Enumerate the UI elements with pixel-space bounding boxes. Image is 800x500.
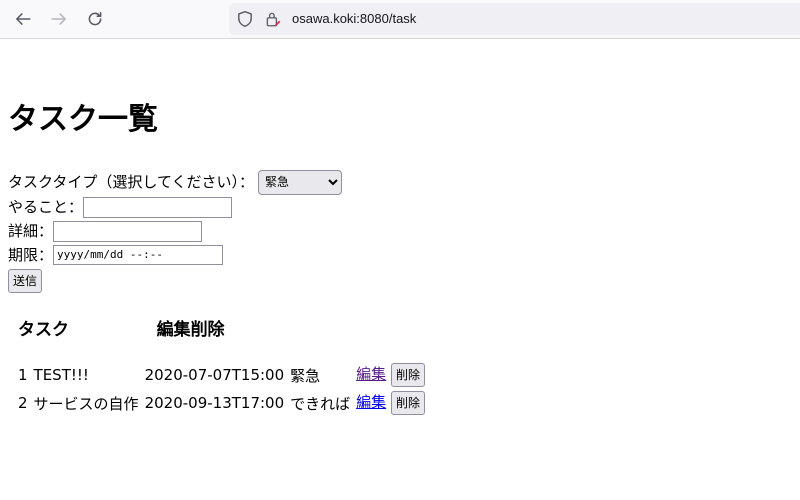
url-text[interactable]: osawa.koki:8080/task [292, 11, 416, 27]
table-row: 1 TEST!!! 2020-07-07T15:00 緊急 編集 削除 [16, 362, 427, 388]
task-actions: 編集 削除 [354, 390, 427, 416]
page-title: タスク一覧 [8, 102, 158, 137]
todo-row: やること： [8, 195, 342, 219]
detail-label: 詳細： [8, 222, 54, 240]
task-name: TEST!!! [33, 366, 89, 384]
table-row: 2 サービスの自作 2020-09-13T17:00 できれば 編集 削除 [16, 390, 427, 416]
back-button[interactable] [9, 5, 37, 33]
table-header-row: タスク 編集削除 [16, 311, 427, 360]
todo-label: やること： [8, 198, 84, 216]
task-type: 緊急 [290, 366, 321, 385]
header-edit: 編集 [156, 320, 191, 340]
header-task: タスク [18, 320, 69, 340]
submit-row: 送信 [8, 267, 342, 295]
delete-button[interactable]: 削除 [390, 391, 425, 415]
task-name: サービスの自作 [33, 394, 139, 413]
browser-toolbar: osawa.koki:8080/task [0, 0, 800, 39]
reload-button[interactable] [81, 5, 109, 33]
header-delete: 削除 [190, 320, 225, 340]
reload-icon [88, 12, 102, 26]
header-edit-delete: 編集削除 [143, 311, 427, 360]
task-deadline: 2020-09-13T17:00 [144, 394, 285, 412]
url-bar[interactable]: osawa.koki:8080/task [229, 3, 800, 35]
detail-row: 詳細： [8, 219, 342, 243]
task-type: できれば [290, 394, 351, 413]
task-actions: 編集 削除 [354, 362, 427, 388]
submit-button[interactable]: 送信 [8, 269, 43, 293]
task-deadline: 2020-07-07T15:00 [144, 366, 285, 384]
edit-link[interactable]: 編集 [356, 393, 386, 411]
delete-button[interactable]: 削除 [390, 363, 425, 387]
forward-button[interactable] [45, 5, 73, 33]
task-id: 1 [18, 366, 28, 384]
shield-icon[interactable] [236, 10, 254, 28]
type-row: タスクタイプ（選択してください）： 緊急 [8, 169, 343, 195]
edit-link[interactable]: 編集 [356, 365, 386, 383]
arrow-right-icon [51, 13, 66, 25]
deadline-input[interactable]: yyyy/mm/dd --:-- [53, 245, 224, 265]
task-id: 2 [18, 394, 28, 412]
type-select[interactable]: 緊急 [258, 169, 343, 195]
arrow-left-icon [16, 13, 31, 25]
type-label: タスクタイプ（選択してください）： [8, 173, 255, 191]
insecure-lock-icon[interactable] [264, 10, 282, 28]
deadline-row: 期限： yyyy/mm/dd --:-- [8, 243, 342, 267]
task-form: タスクタイプ（選択してください）： 緊急 やること： 詳細： 期限： yyyy/… [8, 169, 343, 295]
todo-input[interactable] [83, 196, 233, 218]
detail-input[interactable] [53, 220, 203, 242]
deadline-label: 期限： [8, 246, 54, 264]
task-table: タスク 編集削除 1 TEST!!! 2020-07-07T15:00 緊急 編… [14, 309, 429, 418]
